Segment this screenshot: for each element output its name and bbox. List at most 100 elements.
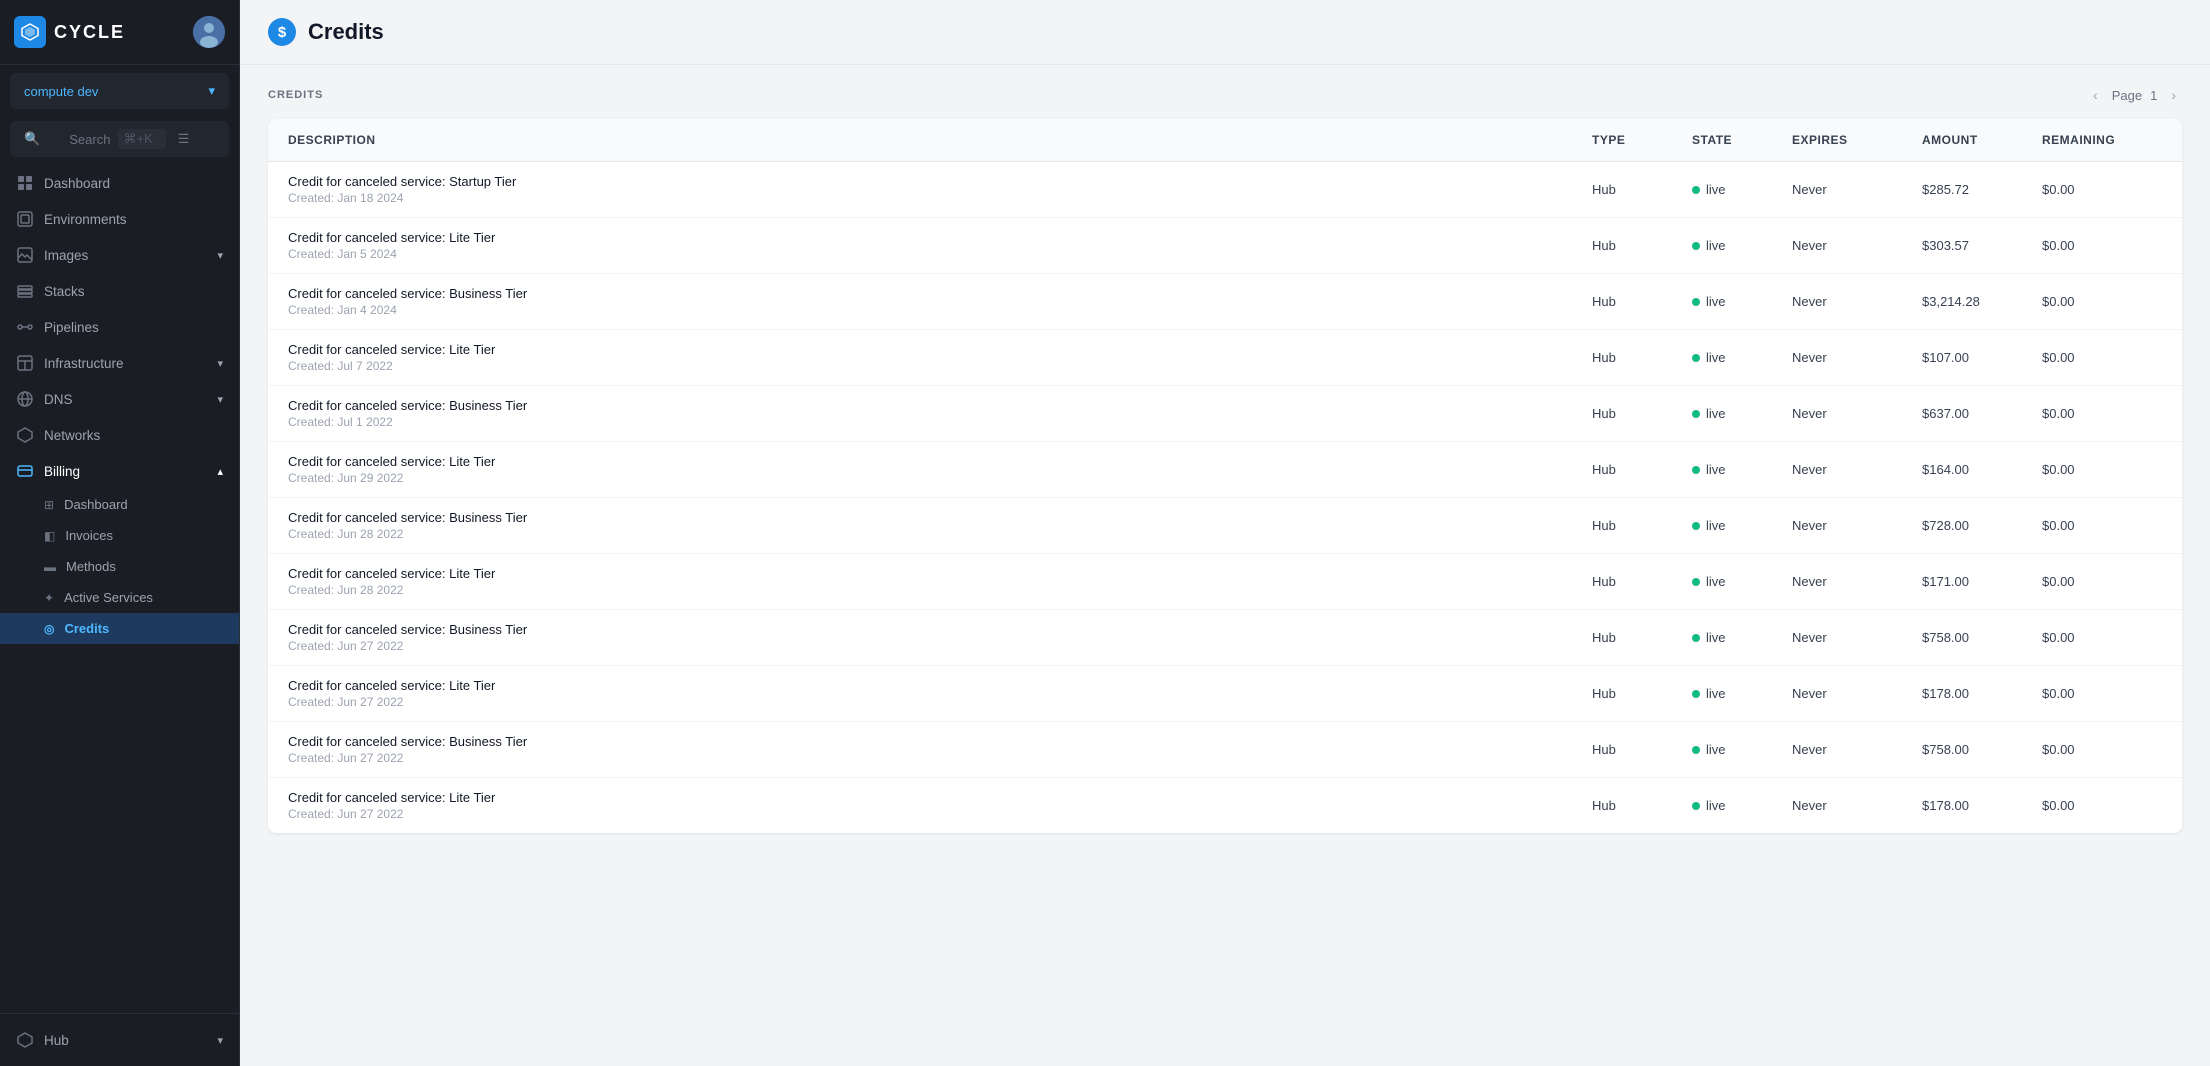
row-type: Hub bbox=[1592, 406, 1692, 421]
row-remaining: $0.00 bbox=[2042, 574, 2162, 589]
state-indicator bbox=[1692, 690, 1700, 698]
infrastructure-icon bbox=[16, 354, 34, 372]
invoices-icon: ◧ bbox=[44, 529, 55, 543]
state-label: live bbox=[1706, 518, 1726, 533]
row-state: live bbox=[1692, 798, 1792, 813]
table-row: Credit for canceled service: Business Ti… bbox=[268, 722, 2182, 778]
state-label: live bbox=[1706, 294, 1726, 309]
state-label: live bbox=[1706, 406, 1726, 421]
table-row: Credit for canceled service: Lite Tier C… bbox=[268, 330, 2182, 386]
row-type: Hub bbox=[1592, 182, 1692, 197]
col-description: Description bbox=[288, 129, 1592, 151]
row-desc-main: Credit for canceled service: Business Ti… bbox=[288, 510, 1592, 525]
sidebar-item-label: Images bbox=[44, 248, 88, 263]
row-desc-sub: Created: Jul 7 2022 bbox=[288, 359, 1592, 373]
row-desc-sub: Created: Jun 29 2022 bbox=[288, 471, 1592, 485]
row-expires: Never bbox=[1792, 742, 1922, 757]
sidebar-item-label: Dashboard bbox=[64, 497, 128, 512]
row-remaining: $0.00 bbox=[2042, 182, 2162, 197]
row-remaining: $0.00 bbox=[2042, 686, 2162, 701]
row-remaining: $0.00 bbox=[2042, 406, 2162, 421]
row-type: Hub bbox=[1592, 798, 1692, 813]
dns-icon bbox=[16, 390, 34, 408]
search-bar[interactable]: 🔍 Search ⌘+K ☰ bbox=[10, 121, 229, 157]
sidebar-item-images[interactable]: Images ▾ bbox=[0, 237, 239, 273]
state-indicator bbox=[1692, 242, 1700, 250]
main-content: $ Credits CREDITS ‹ Page 1 › Description… bbox=[240, 0, 2210, 1066]
row-description: Credit for canceled service: Business Ti… bbox=[288, 734, 1592, 765]
sidebar-item-label: Infrastructure bbox=[44, 356, 124, 371]
sidebar-item-label: Pipelines bbox=[44, 320, 99, 335]
row-amount: $178.00 bbox=[1922, 798, 2042, 813]
state-label: live bbox=[1706, 798, 1726, 813]
row-amount: $637.00 bbox=[1922, 406, 2042, 421]
row-expires: Never bbox=[1792, 294, 1922, 309]
row-state: live bbox=[1692, 742, 1792, 757]
sidebar-item-dashboard[interactable]: Dashboard bbox=[0, 165, 239, 201]
row-desc-sub: Created: Jun 28 2022 bbox=[288, 583, 1592, 597]
sidebar-item-label: Stacks bbox=[44, 284, 85, 299]
credits-icon: ◎ bbox=[44, 622, 54, 636]
sidebar-item-environments[interactable]: Environments bbox=[0, 201, 239, 237]
row-description: Credit for canceled service: Lite Tier C… bbox=[288, 566, 1592, 597]
row-description: Credit for canceled service: Lite Tier C… bbox=[288, 454, 1592, 485]
sidebar-item-credits[interactable]: ◎ Credits bbox=[0, 613, 239, 644]
next-page-button[interactable]: › bbox=[2165, 85, 2182, 105]
sidebar-item-dns[interactable]: DNS ▾ bbox=[0, 381, 239, 417]
sidebar-item-billing[interactable]: Billing ▴ bbox=[0, 453, 239, 489]
row-description: Credit for canceled service: Startup Tie… bbox=[288, 174, 1592, 205]
row-desc-sub: Created: Jun 27 2022 bbox=[288, 639, 1592, 653]
row-state: live bbox=[1692, 518, 1792, 533]
row-description: Credit for canceled service: Lite Tier C… bbox=[288, 678, 1592, 709]
sidebar-item-pipelines[interactable]: Pipelines bbox=[0, 309, 239, 345]
row-amount: $758.00 bbox=[1922, 630, 2042, 645]
table-row: Credit for canceled service: Startup Tie… bbox=[268, 162, 2182, 218]
logo-area: CYCLE bbox=[14, 16, 125, 48]
search-label: Search bbox=[69, 132, 110, 147]
row-remaining: $0.00 bbox=[2042, 238, 2162, 253]
pipelines-icon bbox=[16, 318, 34, 336]
table-row: Credit for canceled service: Lite Tier C… bbox=[268, 778, 2182, 833]
row-expires: Never bbox=[1792, 406, 1922, 421]
row-description: Credit for canceled service: Lite Tier C… bbox=[288, 790, 1592, 821]
stacks-icon bbox=[16, 282, 34, 300]
row-desc-sub: Created: Jan 18 2024 bbox=[288, 191, 1592, 205]
sidebar-item-label: Methods bbox=[66, 559, 116, 574]
avatar[interactable] bbox=[193, 16, 225, 48]
sidebar-item-networks[interactable]: Networks bbox=[0, 417, 239, 453]
row-desc-main: Credit for canceled service: Lite Tier bbox=[288, 454, 1592, 469]
row-amount: $178.00 bbox=[1922, 686, 2042, 701]
row-expires: Never bbox=[1792, 350, 1922, 365]
sidebar-item-invoices[interactable]: ◧ Invoices bbox=[0, 520, 239, 551]
state-indicator bbox=[1692, 578, 1700, 586]
row-desc-main: Credit for canceled service: Business Ti… bbox=[288, 734, 1592, 749]
sidebar-item-hub[interactable]: Hub ▾ bbox=[0, 1022, 239, 1058]
env-selector[interactable]: compute dev ▾ bbox=[10, 73, 229, 109]
sidebar-item-infrastructure[interactable]: Infrastructure ▾ bbox=[0, 345, 239, 381]
row-remaining: $0.00 bbox=[2042, 462, 2162, 477]
sidebar-item-active-services[interactable]: ✦ Active Services bbox=[0, 582, 239, 613]
prev-page-button[interactable]: ‹ bbox=[2087, 85, 2104, 105]
nav-section: Dashboard Environments Images ▾ Stacks bbox=[0, 165, 239, 1013]
row-description: Credit for canceled service: Business Ti… bbox=[288, 510, 1592, 541]
row-type: Hub bbox=[1592, 462, 1692, 477]
chevron-down-icon: ▾ bbox=[217, 1034, 223, 1047]
chevron-down-icon: ▾ bbox=[208, 83, 215, 99]
state-indicator bbox=[1692, 186, 1700, 194]
state-indicator bbox=[1692, 746, 1700, 754]
sidebar-item-methods[interactable]: ▬ Methods bbox=[0, 551, 239, 582]
row-desc-main: Credit for canceled service: Lite Tier bbox=[288, 566, 1592, 581]
state-indicator bbox=[1692, 522, 1700, 530]
row-description: Credit for canceled service: Business Ti… bbox=[288, 398, 1592, 429]
page-number: 1 bbox=[2150, 88, 2157, 103]
row-amount: $728.00 bbox=[1922, 518, 2042, 533]
chevron-up-icon: ▴ bbox=[217, 465, 223, 478]
sidebar-item-stacks[interactable]: Stacks bbox=[0, 273, 239, 309]
row-desc-main: Credit for canceled service: Lite Tier bbox=[288, 342, 1592, 357]
row-amount: $164.00 bbox=[1922, 462, 2042, 477]
sidebar-item-billing-dashboard[interactable]: ⊞ Dashboard bbox=[0, 489, 239, 520]
sidebar-bottom: Hub ▾ bbox=[0, 1013, 239, 1066]
table-row: Credit for canceled service: Business Ti… bbox=[268, 610, 2182, 666]
content-area: CREDITS ‹ Page 1 › Description Type Stat… bbox=[240, 65, 2210, 1066]
table-row: Credit for canceled service: Lite Tier C… bbox=[268, 442, 2182, 498]
